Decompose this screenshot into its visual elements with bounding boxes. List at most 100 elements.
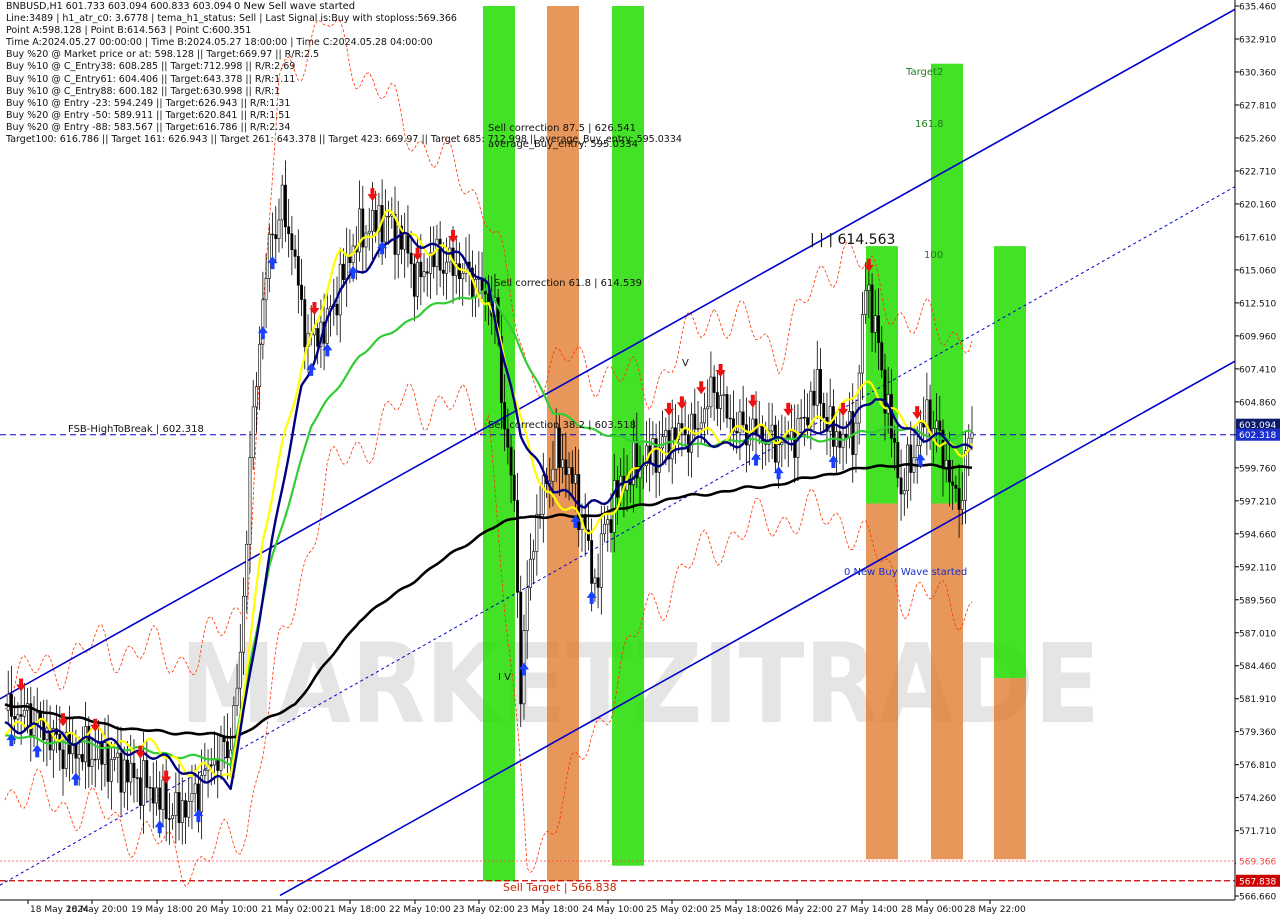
candle-body <box>74 744 78 759</box>
x-tick-label: 23 May 02:00 <box>453 905 515 915</box>
candle-body <box>290 233 294 251</box>
x-tick-label: 22 May 10:00 <box>389 905 451 915</box>
candle-body <box>113 757 117 760</box>
candle-body <box>799 417 803 419</box>
candle-body <box>438 238 442 271</box>
candle-body <box>458 263 461 280</box>
candle-body <box>171 815 175 820</box>
candle-body <box>564 459 568 475</box>
candle-body <box>902 490 906 495</box>
candle-body <box>367 230 371 234</box>
candle-body <box>45 727 49 741</box>
candle-body <box>371 210 374 232</box>
candle-body <box>951 481 955 486</box>
candle-body <box>13 716 17 720</box>
candle-body <box>126 759 129 783</box>
y-tick-label: 566.660 <box>1239 893 1276 903</box>
candle-body <box>857 372 861 424</box>
info-line: Buy %10 @ Entry -23: 594.249 || Target:6… <box>6 97 291 109</box>
candle-body <box>342 263 345 280</box>
y-tick-label: 599.760 <box>1239 464 1276 474</box>
x-tick-label: 21 May 18:00 <box>324 905 386 915</box>
candle-body <box>567 467 571 475</box>
y-tick-label: 594.660 <box>1239 530 1276 540</box>
candle-body <box>802 417 806 419</box>
candle-body <box>661 436 664 449</box>
candle-body <box>435 238 439 268</box>
candle-body <box>419 261 423 278</box>
sell-arrow-icon <box>696 381 707 395</box>
candle-body <box>258 343 262 387</box>
candle-body <box>822 403 826 418</box>
candle-body <box>174 792 178 816</box>
candle-body <box>935 420 938 429</box>
x-tick-label: 23 May 18:00 <box>517 905 579 915</box>
candle-body <box>93 758 97 761</box>
candle-body <box>896 442 900 479</box>
signal-band <box>866 503 898 860</box>
candle-body <box>741 411 745 426</box>
candle-body <box>254 386 258 408</box>
candle-body <box>6 693 10 711</box>
candle-body <box>383 216 387 243</box>
y-tick-label: 617.610 <box>1239 233 1276 243</box>
fsb-price-value: 602.318 <box>1239 431 1276 441</box>
candle-body <box>267 233 271 279</box>
y-tick-label: 625.260 <box>1239 134 1276 144</box>
candle-body <box>899 477 903 495</box>
stoploss-price-value: 569.366 <box>1239 857 1276 867</box>
candle-body <box>296 256 300 286</box>
candle-body <box>509 446 513 476</box>
fib-100-label: 100 <box>924 250 943 261</box>
candle-body <box>190 793 194 802</box>
candle-body <box>122 759 126 793</box>
candle-body <box>300 284 303 300</box>
candle-body <box>528 558 532 588</box>
candle-body <box>599 533 603 588</box>
candle-body <box>790 430 793 440</box>
candle-body <box>554 427 558 470</box>
candle-body <box>274 234 278 240</box>
symbol-line: BNBUSD,H1 601.733 603.094 600.833 603.09… <box>6 1 232 12</box>
candle-body <box>293 249 297 257</box>
x-tick-label: 25 May 18:00 <box>710 905 772 915</box>
candle-body <box>316 328 320 347</box>
candle-body <box>100 741 104 765</box>
candle-body <box>893 437 897 443</box>
candle-body <box>287 226 291 235</box>
candle-body <box>119 752 123 793</box>
candle-body <box>387 215 391 218</box>
candle-body <box>948 460 951 483</box>
candle-body <box>657 447 661 473</box>
y-tick-label: 615.060 <box>1239 266 1276 276</box>
candle-body <box>238 651 242 689</box>
candle-body <box>416 261 420 297</box>
candle-body <box>516 500 519 593</box>
candle-body <box>806 417 810 426</box>
y-tick-label: 607.410 <box>1239 365 1276 375</box>
candle-body <box>403 233 407 250</box>
candle-body <box>103 742 107 765</box>
info-line: Line:3489 | h1_atr_c0: 3.6778 | tema_h1_… <box>6 13 457 25</box>
y-tick-label: 622.710 <box>1239 167 1276 177</box>
y-tick-label: 574.260 <box>1239 794 1276 804</box>
candle-body <box>184 800 187 818</box>
candle-body <box>728 417 732 420</box>
sell-correction-382-label: Sell correction 38.2 | 603.518 <box>488 420 636 431</box>
x-tick-label: 19 May 18:00 <box>131 905 193 915</box>
x-tick-label: 20 May 10:00 <box>196 905 258 915</box>
candle-body <box>445 261 449 274</box>
candle-body <box>725 394 729 419</box>
candle-body <box>867 284 871 291</box>
candle-body <box>77 754 81 759</box>
candle-body <box>831 406 835 447</box>
signal-band <box>994 678 1026 860</box>
candle-body <box>557 427 561 468</box>
candle-body <box>909 444 913 473</box>
candle-body <box>251 406 255 458</box>
y-tick-label: 620.160 <box>1239 200 1276 210</box>
candle-body <box>812 390 816 406</box>
candle-body <box>561 459 565 468</box>
candle-body <box>906 444 909 491</box>
candle-body <box>519 591 523 705</box>
